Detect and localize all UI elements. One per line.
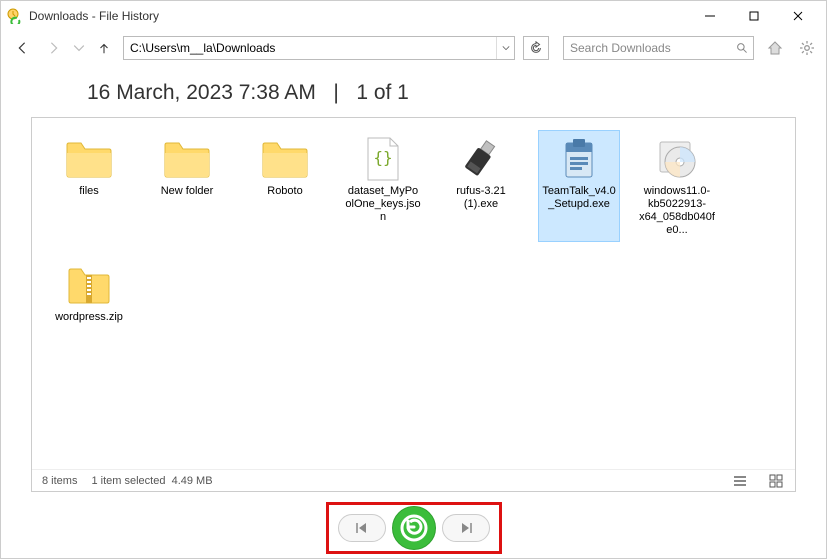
up-button[interactable] xyxy=(91,35,117,61)
selection-info: 1 item selected 4.49 MB xyxy=(91,475,212,487)
svg-text:{}: {} xyxy=(373,148,392,167)
address-input[interactable] xyxy=(124,37,496,59)
snapshot-date: 16 March, 2023 7:38 AM xyxy=(87,81,316,104)
file-label: files xyxy=(79,185,99,211)
forward-button[interactable] xyxy=(41,35,67,61)
close-button[interactable] xyxy=(776,1,820,31)
address-bar[interactable] xyxy=(123,36,515,60)
refresh-button[interactable] xyxy=(523,36,549,60)
details-view-icon[interactable] xyxy=(731,472,749,490)
content: 16 March, 2023 7:38 AM | 1 of 1 files New… xyxy=(1,65,826,498)
folder-icon xyxy=(257,135,313,183)
folder-icon xyxy=(159,135,215,183)
recent-dropdown[interactable] xyxy=(73,35,85,61)
zip-icon xyxy=(61,261,117,309)
address-dropdown[interactable] xyxy=(496,37,514,59)
separator: | xyxy=(333,81,338,104)
file-label: windows11.0-kb5022913-x64_058db040fe0... xyxy=(639,185,715,237)
icons-view-icon[interactable] xyxy=(767,472,785,490)
json-icon: {} xyxy=(355,135,411,183)
search-input[interactable] xyxy=(564,41,731,55)
toolbar xyxy=(1,31,826,65)
file-area: files New folder Roboto {} dataset_MyPoolOne… xyxy=(31,117,796,492)
window: Downloads - File History xyxy=(0,0,827,559)
file-label: dataset_MyPoolOne_keys.json xyxy=(345,185,421,224)
page-indicator: 1 of 1 xyxy=(356,81,409,104)
search-icon xyxy=(731,42,753,55)
home-icon[interactable] xyxy=(764,37,786,59)
file-item[interactable]: files xyxy=(48,130,130,242)
search-box[interactable] xyxy=(563,36,754,60)
file-label: wordpress.zip xyxy=(55,311,123,337)
history-header: 16 March, 2023 7:38 AM | 1 of 1 xyxy=(87,81,796,105)
file-item[interactable]: rufus-3.21 (1).exe xyxy=(440,130,522,242)
file-label: rufus-3.21 (1).exe xyxy=(443,185,519,211)
file-label: Roboto xyxy=(267,185,302,211)
restore-button[interactable] xyxy=(392,506,436,550)
gear-icon[interactable] xyxy=(796,37,818,59)
file-item[interactable]: wordpress.zip xyxy=(48,256,130,342)
file-item[interactable]: Roboto xyxy=(244,130,326,242)
titlebar: Downloads - File History xyxy=(1,1,826,31)
nav-footer xyxy=(1,498,826,558)
disc-icon xyxy=(649,135,705,183)
next-version-button[interactable] xyxy=(442,514,490,542)
file-item[interactable]: TeamTalk_v4.0_Setupd.exe xyxy=(538,130,620,242)
minimize-button[interactable] xyxy=(688,1,732,31)
file-item[interactable]: {} dataset_MyPoolOne_keys.json xyxy=(342,130,424,242)
usb-icon xyxy=(453,135,509,183)
items-container: files New folder Roboto {} dataset_MyPoolOne… xyxy=(32,118,795,354)
window-title: Downloads - File History xyxy=(29,9,159,23)
maximize-button[interactable] xyxy=(732,1,776,31)
previous-version-button[interactable] xyxy=(338,514,386,542)
file-item[interactable]: New folder xyxy=(146,130,228,242)
installer-icon xyxy=(551,135,607,183)
status-bar: 8 items 1 item selected 4.49 MB xyxy=(32,469,795,491)
file-item[interactable]: windows11.0-kb5022913-x64_058db040fe0... xyxy=(636,130,718,242)
folder-icon xyxy=(61,135,117,183)
item-count: 8 items xyxy=(42,475,77,487)
app-icon xyxy=(7,8,23,24)
file-label: New folder xyxy=(161,185,214,211)
file-label: TeamTalk_v4.0_Setupd.exe xyxy=(541,185,617,211)
back-button[interactable] xyxy=(9,35,35,61)
